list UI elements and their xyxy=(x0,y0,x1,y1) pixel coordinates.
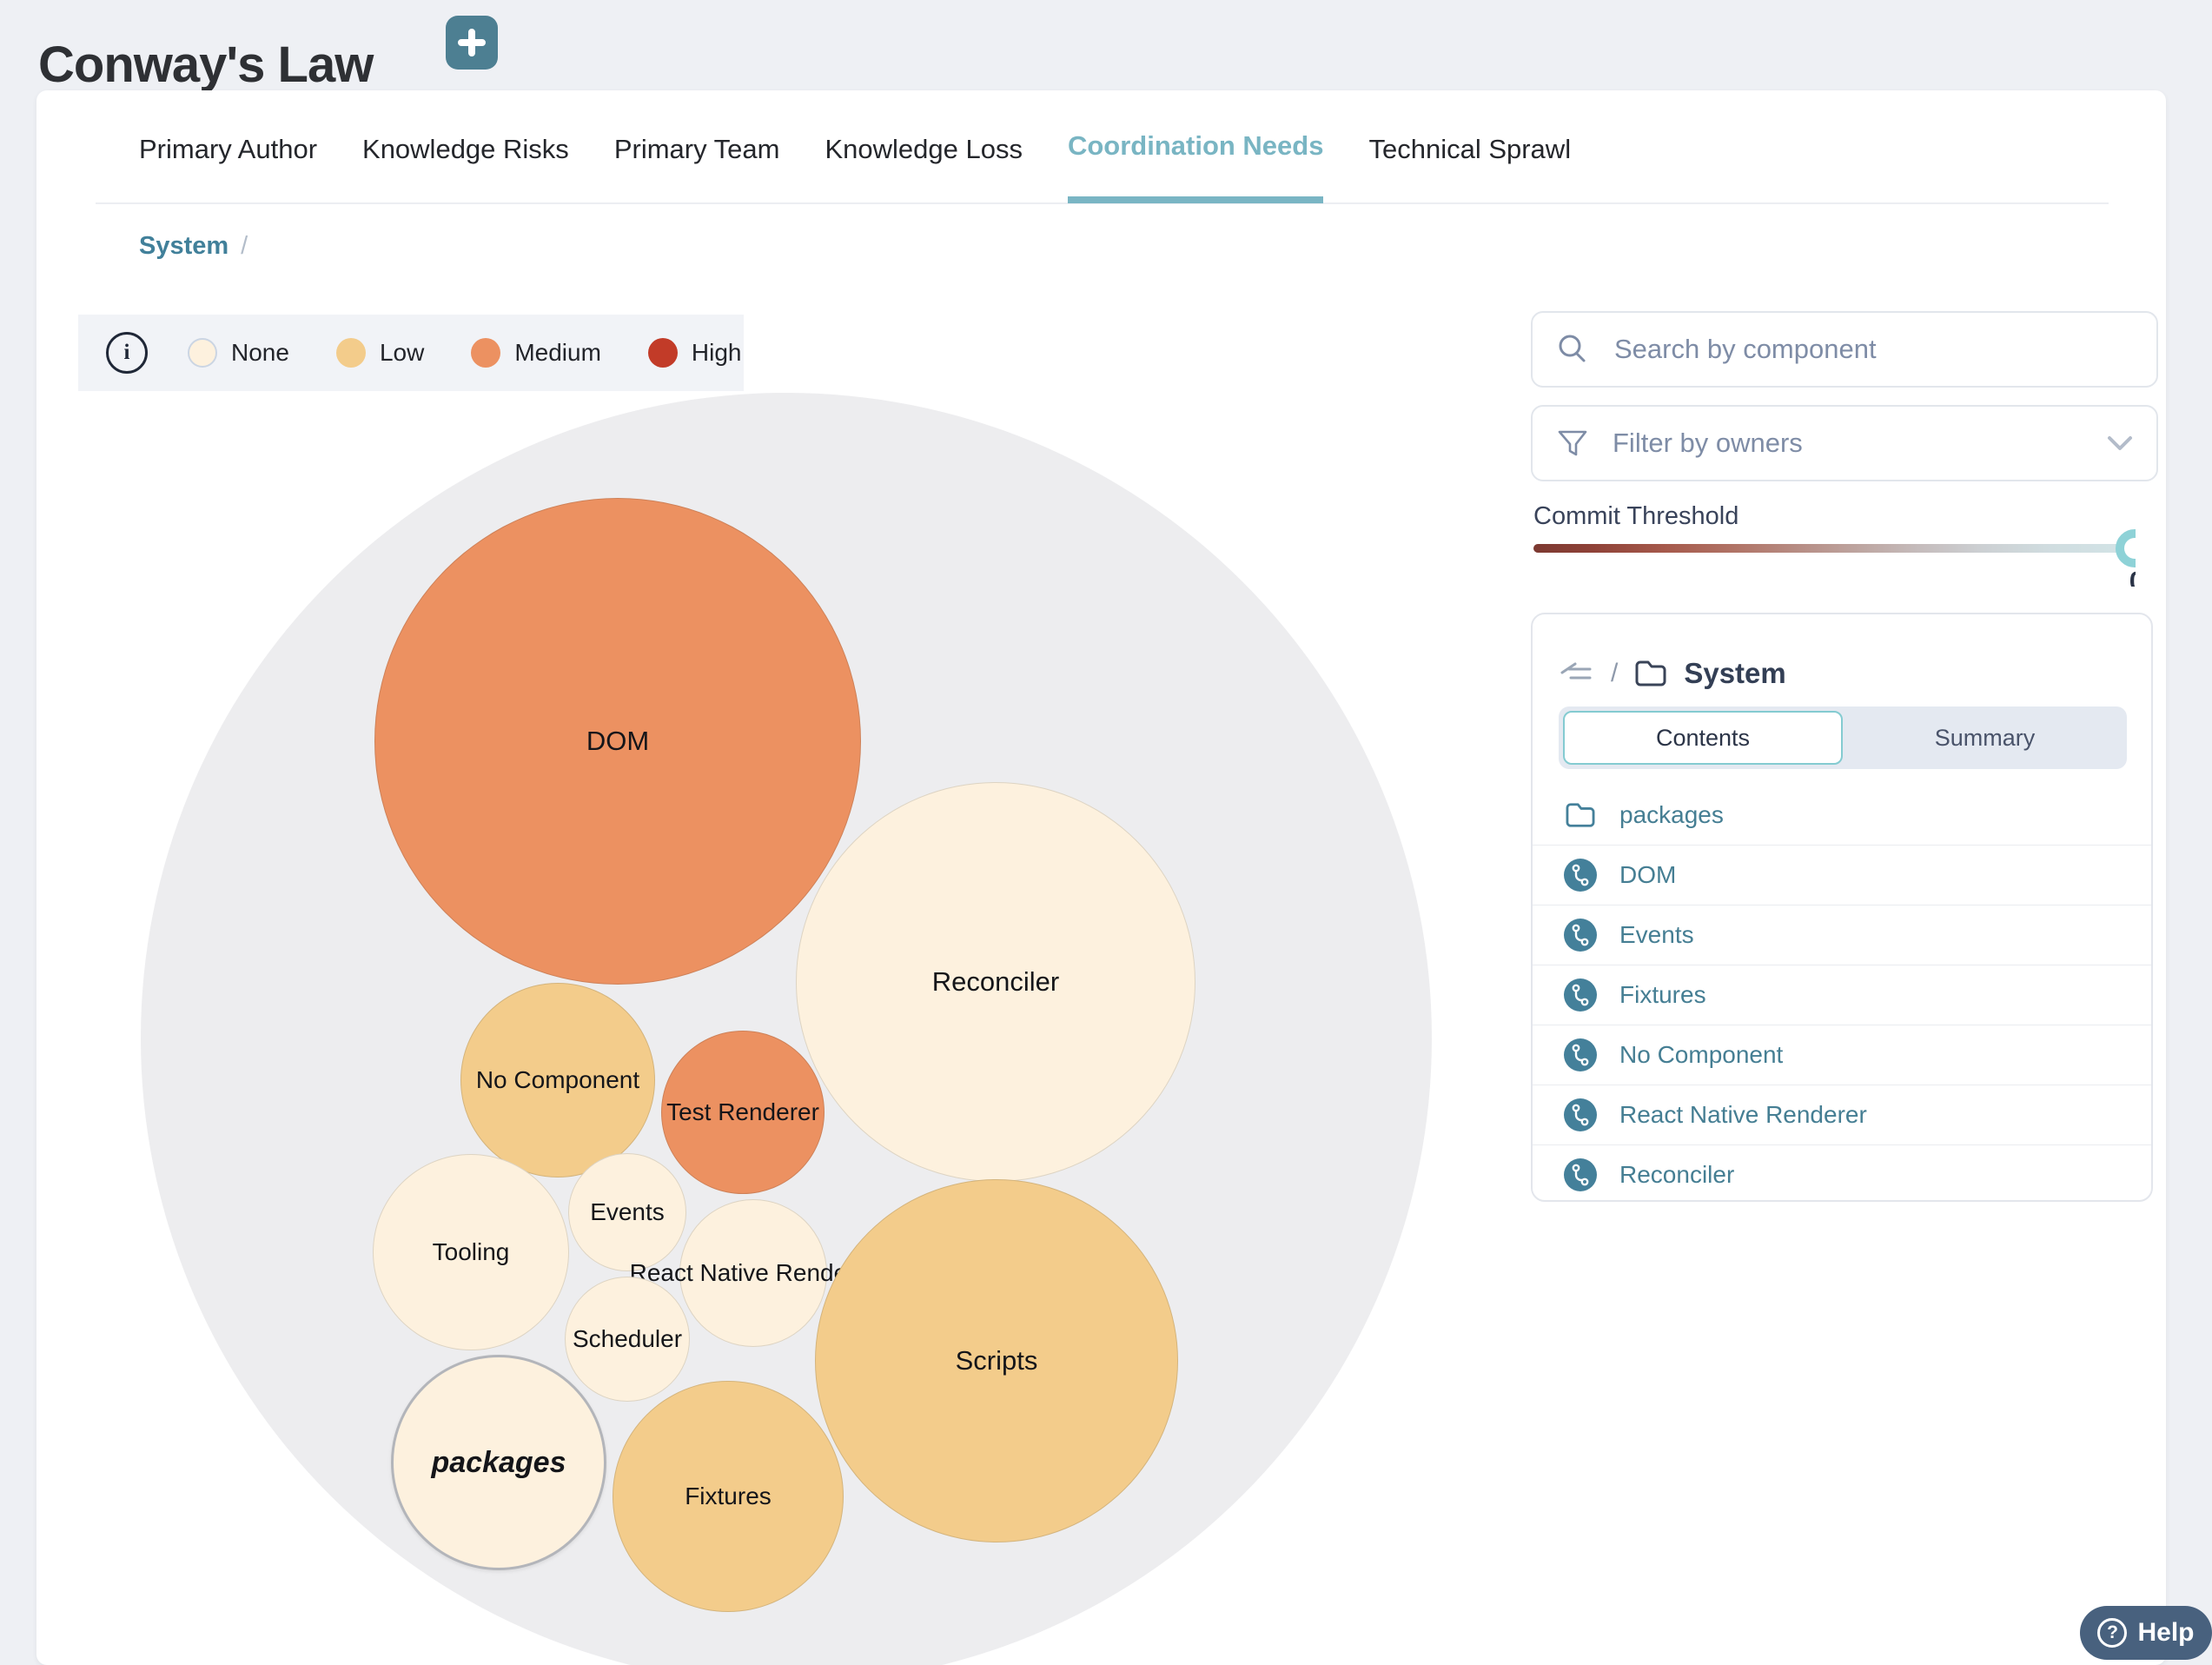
plus-badge-icon[interactable] xyxy=(446,16,498,70)
bubble-label: Fixtures xyxy=(685,1483,772,1510)
bubble-tooling[interactable]: Tooling xyxy=(373,1154,569,1350)
component-row[interactable]: Events xyxy=(1533,905,2151,965)
info-icon[interactable]: i xyxy=(106,332,148,374)
view-tabs: Primary Author Knowledge Risks Primary Tea… xyxy=(139,130,1571,203)
filter-label: Filter by owners xyxy=(1613,428,2083,459)
plus-icon xyxy=(458,29,486,56)
component-row[interactable]: No Component xyxy=(1533,1025,2151,1085)
breadcrumb-root[interactable]: System xyxy=(139,232,228,260)
component-branch-icon xyxy=(1564,1098,1597,1131)
bubble-scripts[interactable]: Scripts xyxy=(815,1179,1178,1542)
view-tab[interactable]: Knowledge Loss xyxy=(825,130,1023,203)
main-card: Primary Author Knowledge Risks Primary Tea… xyxy=(36,90,2166,1665)
legend-label: None xyxy=(231,339,289,367)
component-row[interactable]: React Native Renderer xyxy=(1533,1085,2151,1144)
component-row[interactable]: Reconciler xyxy=(1533,1144,2151,1202)
view-tab[interactable]: Technical Sprawl xyxy=(1368,130,1571,203)
legend-swatch xyxy=(188,338,217,368)
search-box xyxy=(1531,311,2158,388)
component-branch-icon xyxy=(1564,919,1597,952)
bubble-label: packages xyxy=(432,1446,566,1480)
panel-title: System xyxy=(1684,657,1785,690)
legend-item: Medium xyxy=(471,338,601,368)
bubble-label: Test Renderer xyxy=(666,1098,819,1126)
view-tab[interactable]: Knowledge Risks xyxy=(362,130,569,203)
legend-swatch xyxy=(336,338,366,368)
search-input[interactable] xyxy=(1613,333,2134,366)
slider-track[interactable] xyxy=(1533,544,2136,553)
bubble-label: Scheduler xyxy=(573,1325,682,1353)
bubble-label: No Component xyxy=(476,1066,639,1094)
search-icon xyxy=(1555,332,1590,367)
legend-label: Medium xyxy=(514,339,601,367)
chevron-down-icon xyxy=(2106,434,2134,452)
component-branch-icon xyxy=(1564,978,1597,1012)
bubble-scheduler[interactable]: Scheduler xyxy=(565,1277,690,1402)
legend-label: Low xyxy=(380,339,424,367)
component-name: DOM xyxy=(1619,861,1676,889)
legend-item: None xyxy=(188,338,289,368)
question-icon: ? xyxy=(2097,1618,2127,1648)
view-tab[interactable]: Primary Team xyxy=(614,130,780,203)
folder-icon xyxy=(1633,659,1668,688)
legend-item: Low xyxy=(336,338,424,368)
filter-owners-dropdown[interactable]: Filter by owners xyxy=(1531,405,2158,481)
view-tab[interactable]: Primary Author xyxy=(139,130,317,203)
slider-handle[interactable] xyxy=(2116,529,2136,567)
commit-threshold-slider: 0 xyxy=(1533,529,2136,587)
component-name: Events xyxy=(1619,921,1694,949)
bubble-label: DOM xyxy=(586,726,649,757)
bubble-label: Reconciler xyxy=(932,966,1059,998)
risk-legend: i None Low Medium High xyxy=(78,315,744,391)
bubble-label: Tooling xyxy=(433,1238,510,1266)
tab-contents[interactable]: Contents xyxy=(1563,711,1843,765)
component-branch-icon xyxy=(1564,1158,1597,1191)
bubble-label: Events xyxy=(590,1198,665,1226)
bubble-no-component[interactable]: No Component xyxy=(460,983,655,1177)
panel-breadcrumb-separator: / xyxy=(1611,659,1618,688)
tab-summary[interactable]: Summary xyxy=(1847,711,2123,765)
legend-item: High xyxy=(648,338,742,368)
component-list: packages DOM xyxy=(1533,786,2151,1202)
slider-value: 0 xyxy=(2129,566,2136,587)
component-branch-icon xyxy=(1564,1038,1597,1071)
component-name: Reconciler xyxy=(1619,1161,1734,1189)
legend-swatch xyxy=(471,338,500,368)
bubble-dom[interactable]: DOM xyxy=(374,498,861,985)
bubble-test-renderer[interactable]: Test Renderer xyxy=(661,1031,825,1194)
breadcrumb-separator: / xyxy=(241,232,248,260)
panel-tabstrip: Contents Summary xyxy=(1559,706,2127,769)
component-name: Fixtures xyxy=(1619,981,1706,1009)
component-row[interactable]: packages xyxy=(1533,786,2151,845)
view-tab[interactable]: Coordination Needs xyxy=(1068,130,1324,203)
legend-swatch xyxy=(648,338,678,368)
filter-icon xyxy=(1555,426,1590,461)
bubble-events[interactable]: Events xyxy=(568,1153,686,1271)
legend-label: High xyxy=(692,339,742,367)
bubble-react-native-renderer[interactable]: React Native Renderer xyxy=(679,1199,827,1347)
component-name: packages xyxy=(1619,801,1724,829)
bubble-label: Scripts xyxy=(956,1345,1038,1376)
help-label: Help xyxy=(2137,1618,2194,1648)
bubble-reconciler[interactable]: Reconciler xyxy=(796,782,1195,1182)
folder-icon xyxy=(1564,801,1597,829)
bubble-packages[interactable]: packages xyxy=(391,1355,606,1570)
component-row[interactable]: DOM xyxy=(1533,845,2151,905)
bubble-fixtures[interactable]: Fixtures xyxy=(613,1381,844,1612)
panel-header: / System xyxy=(1559,647,1786,700)
component-branch-icon xyxy=(1564,859,1597,892)
page-title: Conway's Law xyxy=(38,36,373,94)
component-name: React Native Renderer xyxy=(1619,1101,1867,1129)
component-name: No Component xyxy=(1619,1041,1783,1069)
commit-threshold-label: Commit Threshold xyxy=(1533,502,1738,531)
help-button[interactable]: ? Help xyxy=(2080,1606,2212,1660)
legend-items: None Low Medium High xyxy=(188,338,742,368)
breadcrumb[interactable]: System / xyxy=(139,232,248,261)
back-icon[interactable] xyxy=(1559,660,1595,687)
component-row[interactable]: Fixtures xyxy=(1533,965,2151,1025)
system-panel: / System Contents Summary xyxy=(1531,613,2153,1202)
